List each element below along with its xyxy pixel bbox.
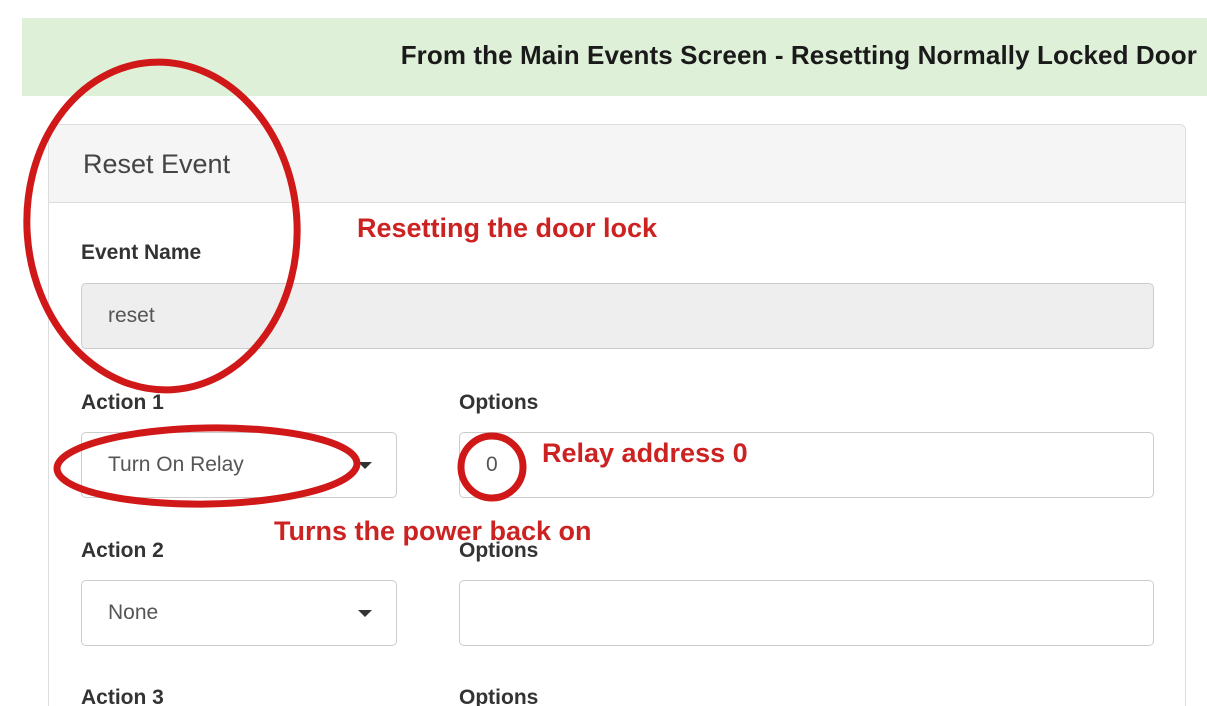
action-1-selected-value: Turn On Relay: [108, 453, 244, 476]
banner-title: From the Main Events Screen - Resetting …: [400, 40, 1197, 70]
annotation-heading-note: Resetting the door lock: [357, 213, 658, 243]
action-3-label: Action 3: [81, 686, 164, 706]
action-1-options-value: 0: [486, 453, 498, 476]
action-2-options-input[interactable]: [459, 580, 1154, 646]
event-name-input[interactable]: reset: [81, 283, 1154, 349]
chevron-down-icon: [358, 462, 372, 469]
action-1-select[interactable]: Turn On Relay: [81, 432, 397, 498]
action-2-label: Action 2: [81, 539, 164, 562]
action-2-select[interactable]: None: [81, 580, 397, 646]
annotation-relay-note: Relay address 0: [542, 438, 748, 468]
page-banner: From the Main Events Screen - Resetting …: [22, 18, 1207, 96]
action-2-selected-value: None: [108, 601, 159, 624]
chevron-down-icon: [358, 610, 372, 617]
action-1-options-label: Options: [459, 391, 539, 414]
panel-heading: Reset Event: [49, 125, 1185, 203]
action-1-label: Action 1: [81, 391, 164, 414]
annotation-power-note: Turns the power back on: [274, 516, 592, 546]
event-name-label: Event Name: [81, 241, 202, 264]
panel-title: Reset Event: [83, 149, 231, 179]
action-3-options-label: Options: [459, 686, 539, 706]
event-name-value: reset: [108, 304, 155, 327]
